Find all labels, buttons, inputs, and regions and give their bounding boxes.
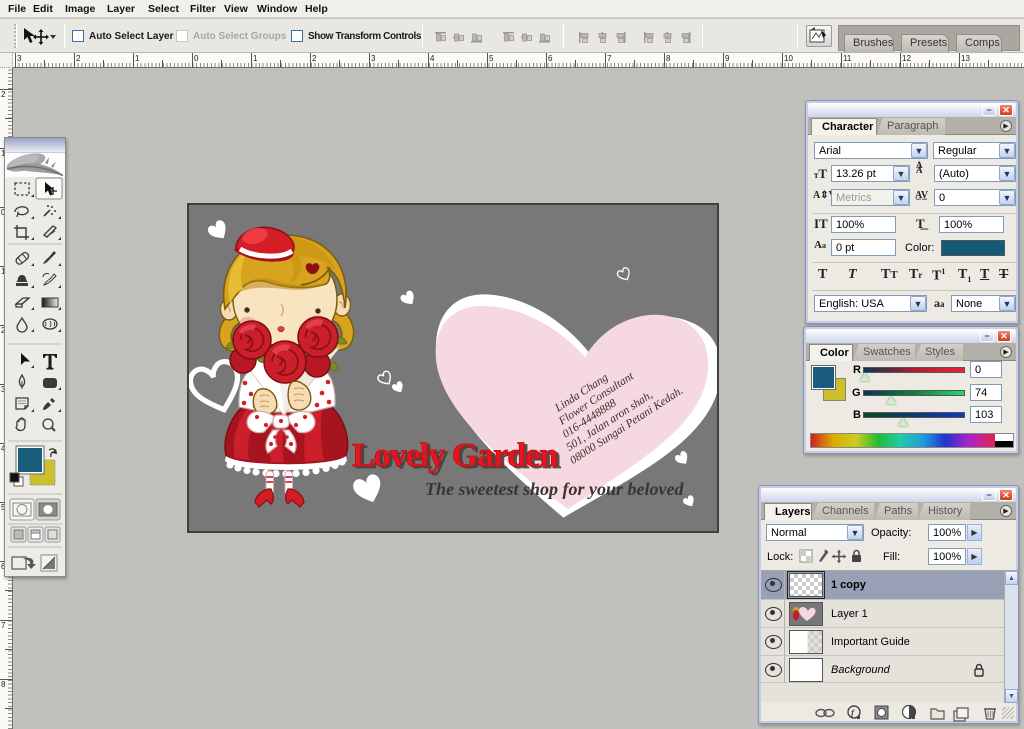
svg-text:f: f: [851, 708, 855, 718]
svg-text:The sweetest shop for your bel: The sweetest shop for your beloved: [425, 479, 684, 499]
svg-text:Lovely Garden: Lovely Garden: [352, 437, 558, 474]
